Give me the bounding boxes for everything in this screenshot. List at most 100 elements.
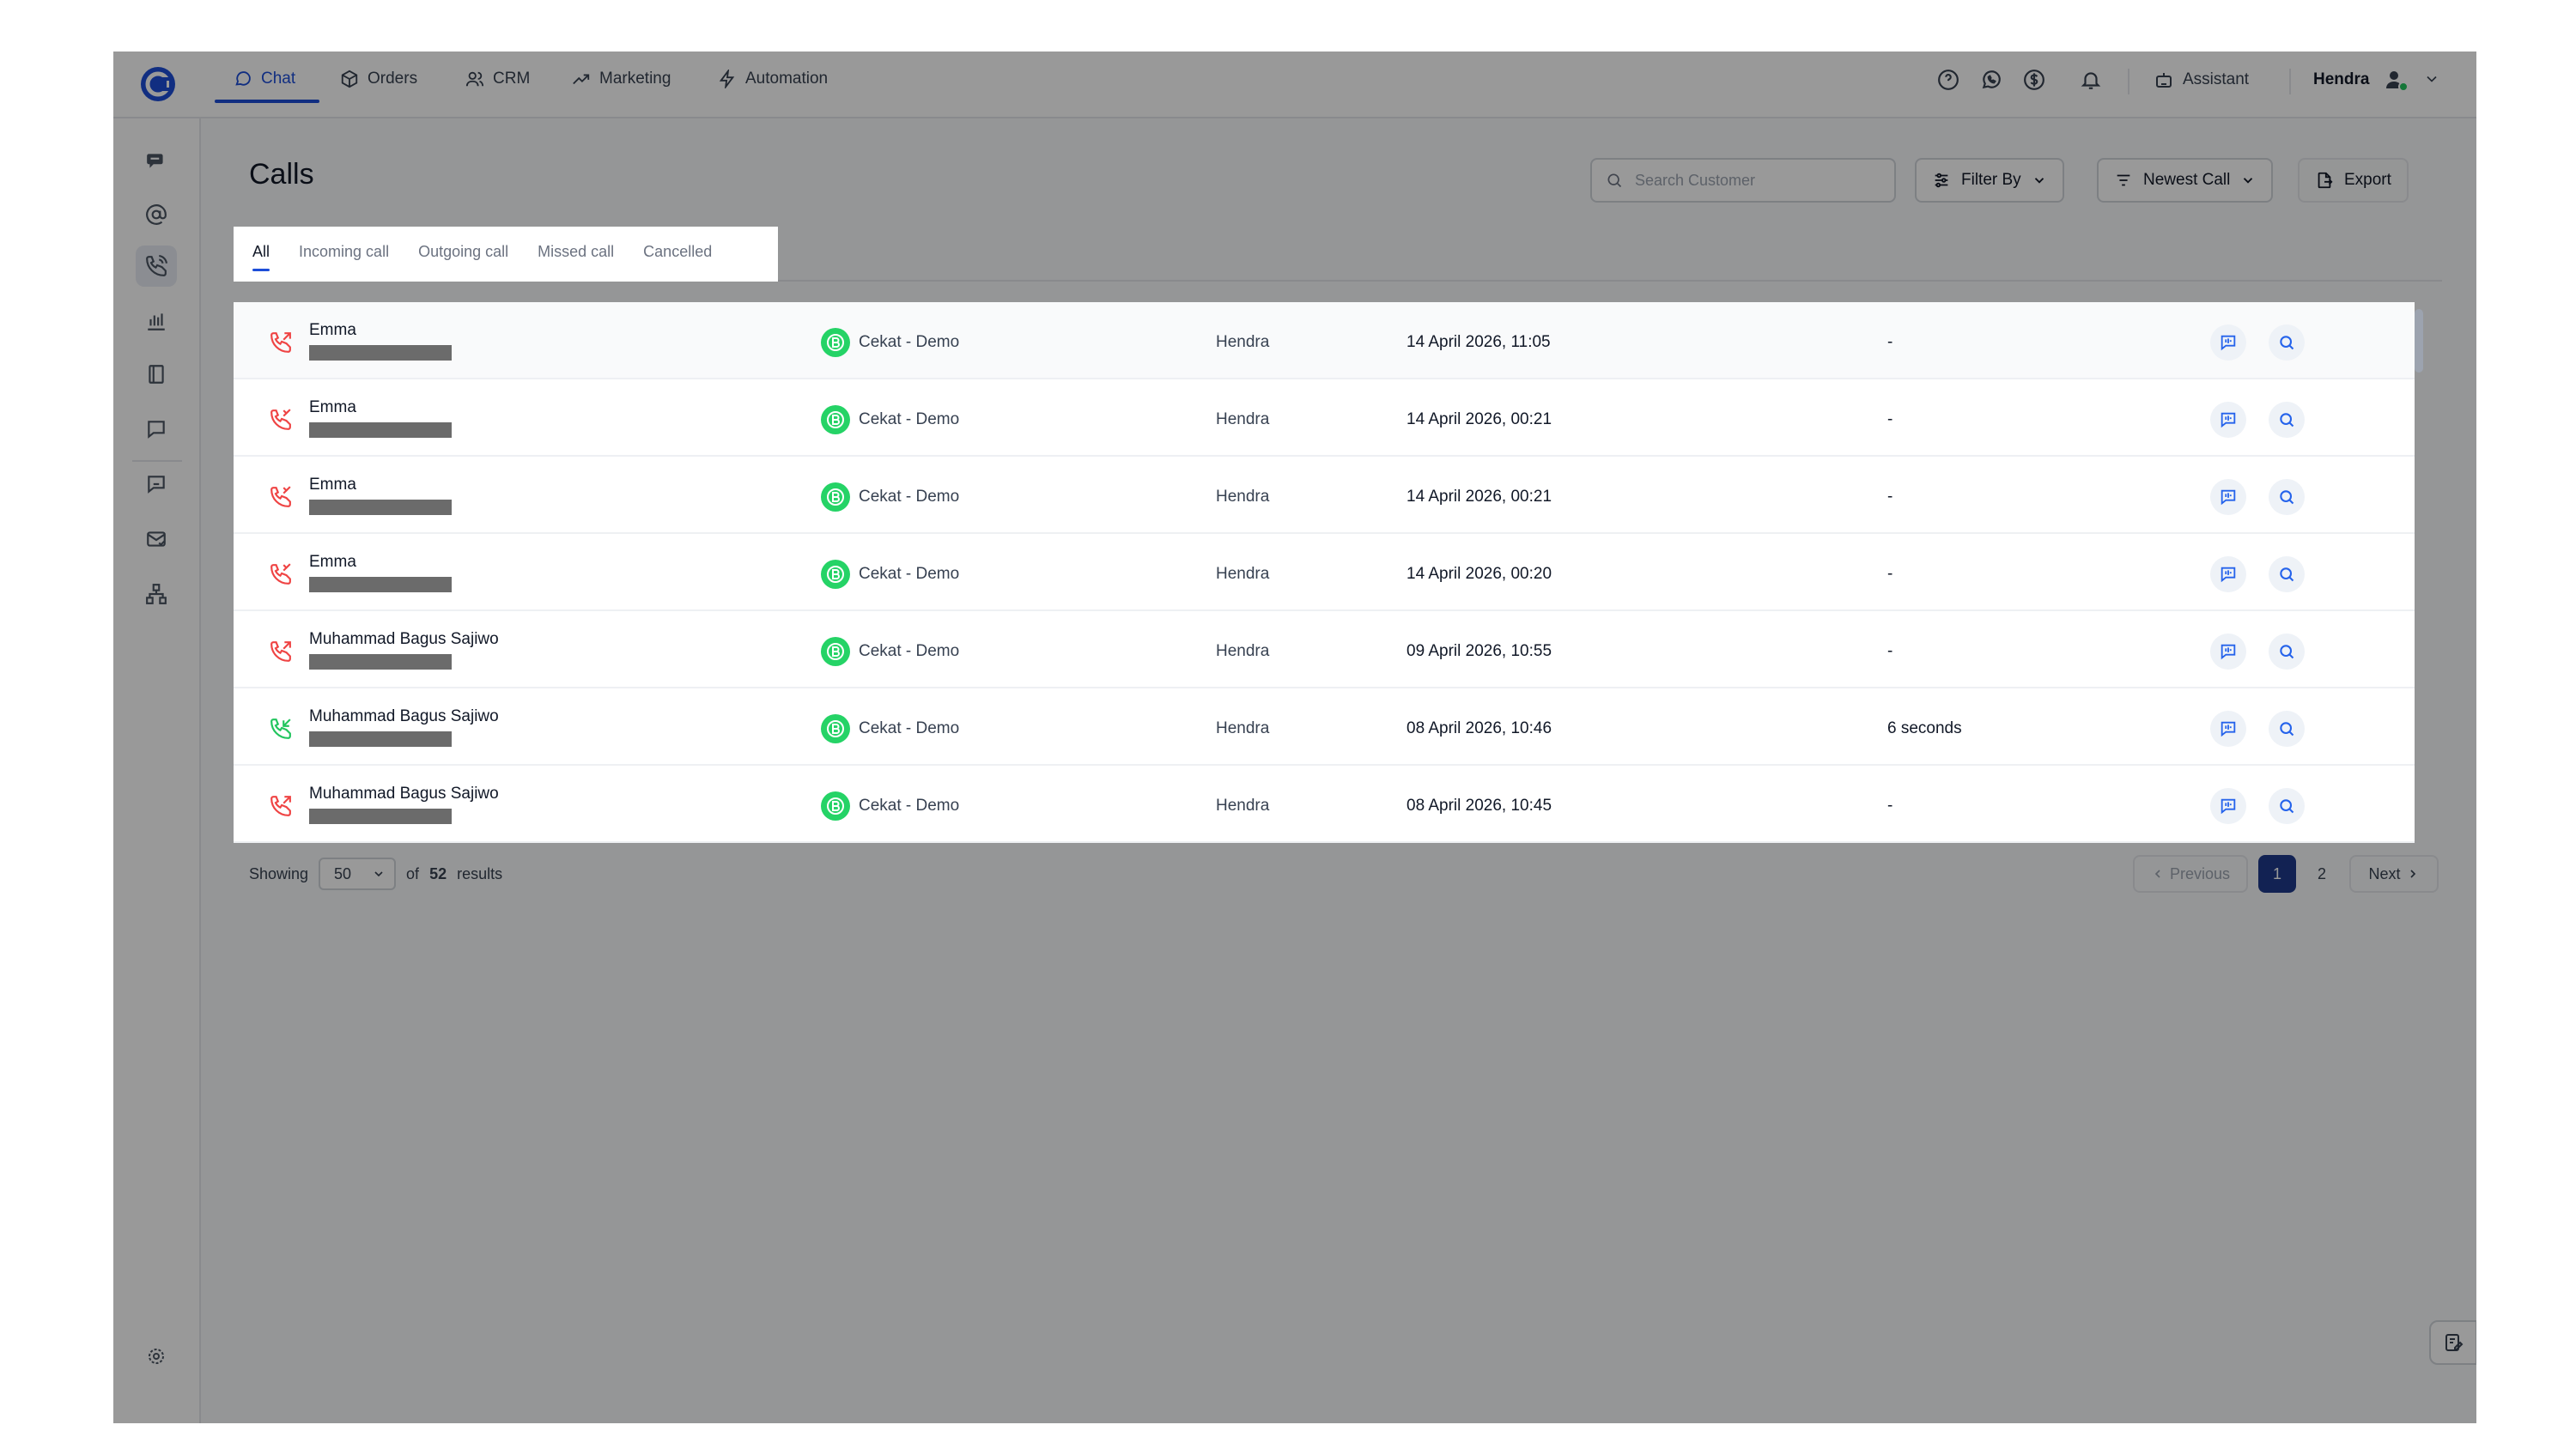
transcript-button[interactable] [2210,324,2246,361]
search-icon [2278,411,2295,428]
call-duration: - [1887,333,1893,351]
whatsapp-icon [821,405,850,434]
redacted-phone-number [309,500,452,515]
tab-missed-call[interactable]: Missed call [538,243,614,273]
chevron-right-icon [2406,867,2420,881]
call-duration: 6 seconds [1887,719,1962,737]
customer-name: Emma [309,553,356,571]
page-button-1[interactable]: 1 [2258,855,2296,893]
nav-tab-label: Chat [261,70,296,88]
table-row[interactable]: Muhammad Bagus Sajiwo Cekat - Demo Hendra 0… [234,766,2415,843]
page-size-select[interactable]: 50 [319,858,397,890]
transcript-button[interactable] [2210,634,2246,670]
view-call-button[interactable] [2269,634,2305,670]
feedback-widget-button[interactable] [2429,1320,2476,1365]
table-row[interactable]: Emma Cekat - Demo Hendra 14 April 2026, 11:… [234,302,2415,379]
nav-tab-marketing[interactable]: Marketing [572,52,671,106]
redacted-phone-number [309,809,452,824]
app-window: Chat Orders CRM Marketing Automation Ass… [113,52,2476,1423]
customer-name: Emma [309,321,356,339]
nav-tab-chat[interactable]: Chat [234,52,295,106]
transcript-button[interactable] [2210,556,2246,592]
chevron-down-icon[interactable] [2423,70,2440,88]
bell-icon[interactable] [2078,67,2104,93]
box-icon [340,70,359,88]
nav-tab-label: Orders [368,70,418,88]
previous-label: Previous [2169,864,2231,882]
call-date: 14 April 2026, 00:20 [1406,565,1552,583]
tab-all[interactable]: All [252,243,270,273]
showing-label: Showing [249,864,309,882]
app-logo[interactable] [137,64,179,105]
assistant-button[interactable]: Assistant [2154,52,2249,108]
filter-by-button[interactable]: Filter By [1915,158,2064,203]
whatsapp-icon[interactable] [1978,67,2004,93]
transcript-button[interactable] [2210,788,2246,824]
chevron-left-icon [2151,867,2165,881]
user-status-icon[interactable] [2384,67,2409,93]
outgoing-call-icon [270,331,292,354]
table-row[interactable]: Muhammad Bagus Sajiwo Cekat - Demo Hendra 0… [234,688,2415,766]
channel-cell: Cekat - Demo [821,328,959,357]
view-call-button[interactable] [2269,479,2305,515]
agent-name: Hendra [1216,797,1270,815]
next-page-button[interactable]: Next [2349,855,2439,893]
settings-icon[interactable] [136,1336,177,1377]
table-row[interactable]: Muhammad Bagus Sajiwo Cekat - Demo Hendra 0… [234,611,2415,688]
view-call-button[interactable] [2269,788,2305,824]
search-customer-field[interactable] [1590,158,1896,203]
tab-incoming-call[interactable]: Incoming call [299,243,389,273]
tab-outgoing-call[interactable]: Outgoing call [418,243,508,273]
search-icon [2278,488,2295,506]
message-square-icon[interactable] [136,409,177,450]
customer-name: Muhammad Bagus Sajiwo [309,707,499,725]
view-call-button[interactable] [2269,402,2305,438]
dollar-circle-icon[interactable] [2021,67,2047,93]
table-row[interactable]: Emma Cekat - Demo Hendra 14 April 2026, 00:… [234,457,2415,534]
search-icon [2278,566,2295,583]
search-icon [2278,334,2295,351]
message-dots-icon[interactable] [136,464,177,505]
bar-chart-icon[interactable] [136,300,177,342]
book-icon[interactable] [136,354,177,395]
transcript-button[interactable] [2210,711,2246,747]
transcript-icon [2219,488,2238,506]
view-call-button[interactable] [2269,711,2305,747]
nav-tab-crm[interactable]: CRM [465,52,530,106]
nav-tab-orders[interactable]: Orders [340,52,417,106]
tab-cancelled[interactable]: Cancelled [643,243,712,273]
total-results: 52 [429,864,447,882]
table-row[interactable]: Emma Cekat - Demo Hendra 14 April 2026, 00:… [234,534,2415,611]
view-call-button[interactable] [2269,556,2305,592]
nav-tab-automation[interactable]: Automation [718,52,828,106]
mail-check-icon[interactable] [136,518,177,560]
table-row[interactable]: Emma Cekat - Demo Hendra 14 April 2026, 00:… [234,379,2415,457]
phone-icon[interactable] [136,246,177,287]
outgoing-call-icon [270,795,292,817]
agent-name: Hendra [1216,565,1270,583]
user-name[interactable]: Hendra [2313,52,2369,108]
channel-name: Cekat - Demo [859,565,960,583]
at-sign-icon[interactable] [136,194,177,235]
network-icon[interactable] [136,573,177,615]
transcript-button[interactable] [2210,402,2246,438]
sort-newest-call-button[interactable]: Newest Call [2097,158,2274,203]
missed-call-icon [270,486,292,508]
previous-page-button[interactable]: Previous [2133,855,2248,893]
whatsapp-icon [821,791,850,821]
channel-name: Cekat - Demo [859,488,960,506]
channel-cell: Cekat - Demo [821,482,959,512]
call-filter-tabs: All Incoming call Outgoing call Missed c… [234,227,778,282]
help-circle-icon[interactable] [1935,67,1961,93]
page-button-2[interactable]: 2 [2303,855,2341,893]
chat-bubbles-icon[interactable] [136,141,177,182]
results-label: results [457,864,503,882]
view-call-button[interactable] [2269,324,2305,361]
search-customer-input[interactable] [1633,170,1882,191]
call-duration: - [1887,410,1893,428]
table-scrollbar[interactable] [2415,309,2423,373]
export-button[interactable]: Export [2298,158,2409,203]
nav-tab-label: CRM [493,70,531,88]
transcript-button[interactable] [2210,479,2246,515]
divider [2289,69,2291,94]
